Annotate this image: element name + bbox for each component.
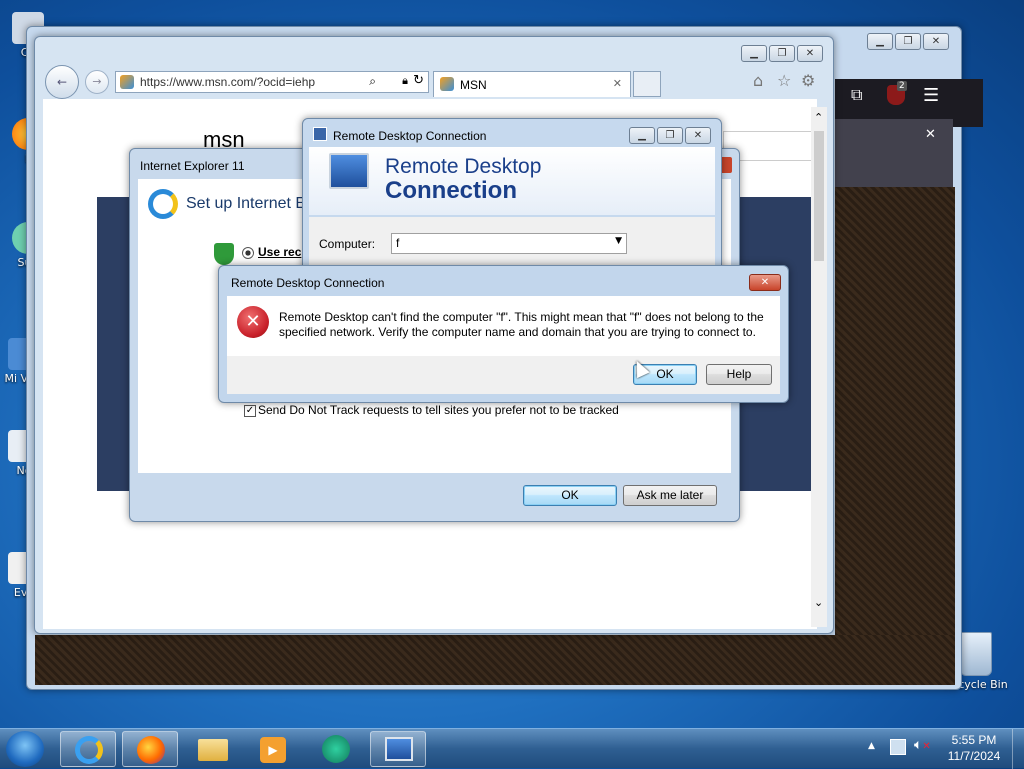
- firefox-page-background: [835, 187, 955, 657]
- rdc-window: Remote Desktop Connection ▁ ❐ ✕ Remote D…: [302, 118, 722, 278]
- ie-minimize-button[interactable]: ▁: [741, 45, 767, 62]
- green-app-icon: [322, 735, 350, 763]
- taskbar-media-player[interactable]: ▶: [246, 731, 302, 767]
- error-dialog-footer: [227, 356, 780, 394]
- show-desktop-button[interactable]: [1012, 729, 1024, 769]
- forward-button[interactable]: →: [85, 70, 109, 94]
- ie-setup-ok-button[interactable]: OK: [523, 485, 617, 506]
- firefox-minimize-button[interactable]: ▁: [867, 33, 893, 50]
- error-dialog: Remote Desktop Connection ✕ ✕ Remote Des…: [218, 265, 789, 403]
- ie-setup-title: Internet Explorer 11: [140, 159, 245, 173]
- media-player-icon: ▶: [260, 737, 286, 763]
- recycle-bin-icon: [960, 632, 992, 676]
- refresh-icon[interactable]: ↻: [413, 73, 424, 88]
- search-icon[interactable]: ⌕: [369, 74, 376, 89]
- ie-logo-icon: [148, 189, 178, 219]
- computer-value: f: [396, 236, 400, 250]
- rdc-banner-line1: Remote Desktop: [385, 155, 542, 178]
- lock-icon[interactable]: 🔒︎: [402, 74, 408, 88]
- rdc-minimize-button[interactable]: ▁: [629, 127, 655, 144]
- monitor-icon: [329, 153, 369, 189]
- dnt-checkbox[interactable]: ✓: [244, 405, 256, 417]
- start-button[interactable]: [6, 731, 44, 767]
- taskbar: ▶ ▲ 🔈︎✕ 5:55 PM 11/7/2024: [0, 728, 1024, 769]
- taskbar-rdc[interactable]: [370, 731, 426, 767]
- rdc-title: Remote Desktop Connection: [333, 129, 487, 143]
- taskbar-ie[interactable]: [60, 731, 116, 767]
- favorites-icon[interactable]: ☆: [777, 71, 791, 90]
- clock-date[interactable]: 11/7/2024: [944, 749, 1004, 763]
- ask-me-later-button[interactable]: Ask me later: [623, 485, 717, 506]
- error-dialog-close-button[interactable]: ✕: [749, 274, 781, 291]
- rdc-maximize-button[interactable]: ❐: [657, 127, 683, 144]
- dnt-label[interactable]: Send Do Not Track requests to tell sites…: [258, 403, 619, 417]
- volume-muted-icon[interactable]: 🔈︎✕: [914, 737, 931, 753]
- rdc-app-icon: [313, 127, 327, 141]
- ublock-badge: 2: [897, 81, 907, 91]
- back-button[interactable]: ←: [45, 65, 79, 99]
- error-icon: ✕: [237, 306, 269, 338]
- url-text: https://www.msn.com/?ocid=iehp: [140, 75, 316, 89]
- recommended-radio[interactable]: [242, 247, 254, 259]
- notification-close-icon[interactable]: ✕: [925, 127, 936, 142]
- home-icon[interactable]: ⌂: [753, 71, 763, 90]
- settings-icon[interactable]: ⚙: [801, 71, 815, 90]
- tab-label: MSN: [460, 78, 487, 92]
- error-dialog-body: ✕ Remote Desktop can't find the computer…: [227, 296, 780, 356]
- rdc-close-button[interactable]: ✕: [685, 127, 711, 144]
- menu-icon[interactable]: ☰: [923, 85, 939, 106]
- tab-close-icon[interactable]: ✕: [613, 77, 622, 90]
- taskbar-app-green[interactable]: [308, 731, 364, 767]
- taskbar-firefox[interactable]: [122, 731, 178, 767]
- firefox-taskbar-icon: [137, 736, 165, 764]
- folder-icon: [198, 739, 228, 761]
- ie-icon: [75, 736, 103, 764]
- scroll-up-icon[interactable]: ⌃: [814, 111, 823, 124]
- tray-up-arrow-icon[interactable]: ▲: [868, 741, 875, 751]
- new-tab-button[interactable]: [633, 71, 661, 97]
- error-dialog-title: Remote Desktop Connection: [231, 276, 385, 290]
- ie-setup-heading: Set up Internet E: [186, 195, 307, 212]
- error-help-button[interactable]: Help: [706, 364, 772, 385]
- rdc-banner: Remote Desktop Connection: [309, 147, 715, 215]
- tab-favicon: [440, 77, 454, 91]
- firefox-bottom-strip: [35, 635, 955, 685]
- tab-msn[interactable]: MSN ✕: [433, 71, 631, 97]
- firefox-close-button[interactable]: ✕: [923, 33, 949, 50]
- ie-scrollbar[interactable]: ⌃ ⌄: [811, 107, 827, 627]
- msn-favicon: [120, 75, 134, 89]
- rdc-taskbar-icon: [385, 737, 413, 761]
- chevron-down-icon[interactable]: ▼: [615, 236, 622, 246]
- recommended-label[interactable]: Use rec: [258, 245, 301, 259]
- firefox-maximize-button[interactable]: ❐: [895, 33, 921, 50]
- scroll-down-icon[interactable]: ⌄: [814, 596, 823, 609]
- clock-time[interactable]: 5:55 PM: [944, 733, 1004, 747]
- computer-label: Computer:: [319, 237, 376, 251]
- extensions-icon[interactable]: ⧉: [851, 85, 871, 105]
- ie-close-button[interactable]: ✕: [797, 45, 823, 62]
- ie-maximize-button[interactable]: ❐: [769, 45, 795, 62]
- address-bar[interactable]: https://www.msn.com/?ocid=iehp ⌕ 🔒︎ ↻: [115, 71, 429, 93]
- rdc-banner-line2: Connection: [385, 177, 517, 204]
- network-icon[interactable]: [890, 739, 906, 755]
- scrollbar-thumb[interactable]: [814, 131, 824, 261]
- taskbar-explorer[interactable]: [184, 731, 240, 767]
- computer-combobox[interactable]: f ▼: [391, 233, 627, 254]
- error-message: Remote Desktop can't find the computer "…: [279, 310, 764, 339]
- shield-icon: [214, 243, 234, 265]
